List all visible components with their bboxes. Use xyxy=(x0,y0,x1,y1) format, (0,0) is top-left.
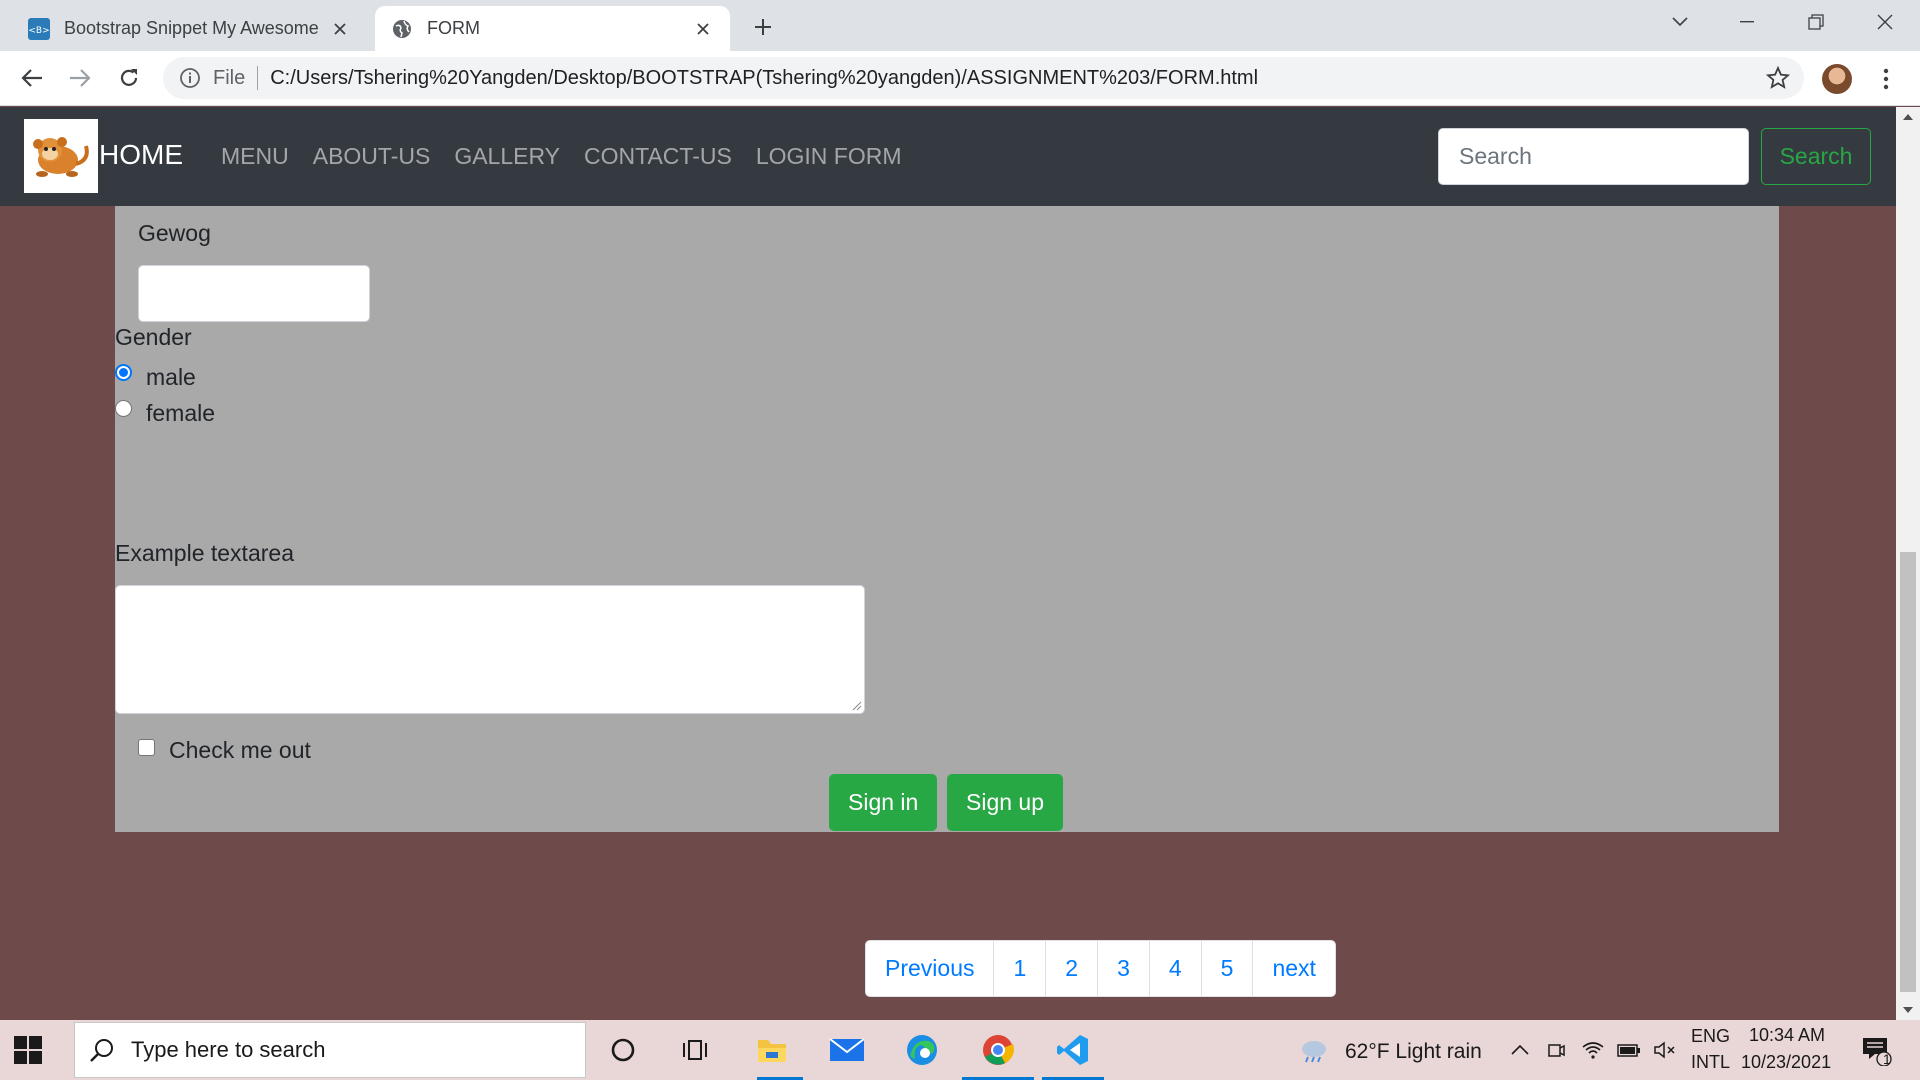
scroll-up-icon[interactable] xyxy=(1896,107,1920,127)
wifi-icon[interactable] xyxy=(1573,1030,1613,1070)
close-window-button[interactable] xyxy=(1855,0,1915,44)
page-3[interactable]: 3 xyxy=(1098,941,1150,996)
form-panel: Gewog Gender male female Example textare… xyxy=(115,206,1779,832)
url-text[interactable]: C:/Users/Tshering%20Yangden/Desktop/BOOT… xyxy=(270,67,1258,90)
page-4[interactable]: 4 xyxy=(1150,941,1202,996)
example-textarea[interactable] xyxy=(115,585,865,714)
taskbar-search-placeholder: Type here to search xyxy=(131,1037,326,1062)
taskbar-search-box[interactable]: Type here to search xyxy=(74,1022,586,1078)
browser-tab-strip: <B> Bootstrap Snippet My Awesome FORM xyxy=(0,0,1920,51)
gewog-label: Gewog xyxy=(138,220,211,246)
nav-links: MENU ABOUT-US GALLERY CONTACT-US LOGIN F… xyxy=(221,143,925,170)
nav-link-login-form[interactable]: LOGIN FORM xyxy=(756,143,902,170)
radio-label: female xyxy=(146,400,216,426)
textarea-label: Example textarea xyxy=(115,540,294,566)
notification-center-icon[interactable]: 1 xyxy=(1856,1030,1896,1070)
file-explorer-icon[interactable] xyxy=(752,1030,792,1070)
nav-link-contact-us[interactable]: CONTACT-US xyxy=(584,143,732,170)
bootstrap-favicon-icon: <B> xyxy=(28,17,50,40)
windows-taskbar: Type here to search 62°F Light rain ENG … xyxy=(0,1020,1920,1080)
scrollbar-thumb[interactable] xyxy=(1900,552,1916,992)
radio-male[interactable] xyxy=(115,364,132,381)
search-button[interactable]: Search xyxy=(1761,128,1871,185)
gender-label: Gender xyxy=(115,324,192,350)
battery-icon[interactable] xyxy=(1609,1030,1649,1070)
vscode-icon[interactable] xyxy=(1053,1030,1093,1070)
scroll-down-icon[interactable] xyxy=(1896,1000,1920,1020)
tab-search-chevron-icon[interactable] xyxy=(1650,0,1710,44)
forward-button[interactable] xyxy=(61,59,99,97)
info-icon[interactable] xyxy=(179,67,201,89)
weather-cloud-rain-icon[interactable] xyxy=(1294,1030,1334,1070)
radio-label: male xyxy=(146,364,196,390)
volume-muted-icon[interactable] xyxy=(1645,1030,1685,1070)
input-language[interactable]: ENG xyxy=(1691,1026,1730,1047)
reload-button[interactable] xyxy=(110,59,148,97)
page-previous[interactable]: Previous xyxy=(866,941,995,996)
chrome-icon[interactable] xyxy=(978,1030,1018,1070)
page-scrollbar[interactable] xyxy=(1896,107,1920,1020)
divider xyxy=(257,66,259,90)
omnibox[interactable]: File C:/Users/Tshering%20Yangden/Desktop… xyxy=(163,57,1804,99)
browser-tab-form[interactable]: FORM xyxy=(375,6,730,51)
profile-avatar[interactable] xyxy=(1822,64,1852,94)
checkbox-label: Check me out xyxy=(169,737,311,763)
radio-female[interactable] xyxy=(115,400,132,417)
meet-now-icon[interactable] xyxy=(1536,1030,1576,1070)
resize-grip-icon[interactable] xyxy=(850,699,862,711)
search-icon xyxy=(90,1039,113,1062)
show-hidden-icons-icon[interactable] xyxy=(1500,1030,1540,1070)
monkey-logo-icon xyxy=(33,137,89,177)
clock-time[interactable]: 10:34 AM xyxy=(1749,1025,1825,1046)
gender-option-female[interactable]: female xyxy=(115,400,215,427)
close-icon[interactable] xyxy=(329,18,351,40)
back-button[interactable] xyxy=(13,59,51,97)
search-input[interactable] xyxy=(1438,128,1749,185)
scheme-label: File xyxy=(213,66,246,89)
clock-date[interactable]: 10/23/2021 xyxy=(1741,1052,1831,1073)
nav-link-menu[interactable]: MENU xyxy=(221,143,289,170)
globe-icon xyxy=(393,19,411,38)
minimize-button[interactable] xyxy=(1717,0,1777,44)
input-layout[interactable]: INTL xyxy=(1691,1052,1730,1073)
bookmark-star-icon[interactable] xyxy=(1766,66,1790,90)
gewog-input[interactable] xyxy=(138,265,370,322)
sign-in-button[interactable]: Sign in xyxy=(829,774,938,831)
weather-text[interactable]: 62°F Light rain xyxy=(1345,1040,1482,1064)
new-tab-button[interactable] xyxy=(748,12,778,42)
page-2[interactable]: 2 xyxy=(1046,941,1099,996)
page-viewport: HOME MENU ABOUT-US GALLERY CONTACT-US LO… xyxy=(0,107,1896,1020)
mail-icon[interactable] xyxy=(827,1030,867,1070)
site-navbar: HOME MENU ABOUT-US GALLERY CONTACT-US LO… xyxy=(0,107,1896,206)
gender-option-male[interactable]: male xyxy=(115,364,196,391)
cortana-icon[interactable] xyxy=(603,1030,643,1070)
page-5[interactable]: 5 xyxy=(1202,941,1254,996)
check-me-out-row[interactable]: Check me out xyxy=(138,737,311,764)
pagination: Previous 1 2 3 4 5 next xyxy=(865,940,1336,997)
notification-count: 1 xyxy=(1883,1051,1891,1067)
site-logo[interactable] xyxy=(24,119,98,193)
task-view-icon[interactable] xyxy=(676,1030,716,1070)
close-icon[interactable] xyxy=(692,18,714,40)
page-1[interactable]: 1 xyxy=(994,941,1047,996)
edge-icon[interactable] xyxy=(902,1030,942,1070)
sign-up-button[interactable]: Sign up xyxy=(947,774,1064,831)
check-me-out-checkbox[interactable] xyxy=(138,739,155,756)
address-bar-row: File C:/Users/Tshering%20Yangden/Desktop… xyxy=(0,51,1920,106)
navbar-brand[interactable]: HOME xyxy=(99,139,183,171)
more-menu-icon[interactable] xyxy=(1872,65,1900,93)
restore-button[interactable] xyxy=(1786,0,1846,44)
browser-tab-bootstrap[interactable]: <B> Bootstrap Snippet My Awesome xyxy=(12,6,367,51)
nav-link-about-us[interactable]: ABOUT-US xyxy=(313,143,431,170)
nav-link-gallery[interactable]: GALLERY xyxy=(454,143,560,170)
page-next[interactable]: next xyxy=(1253,941,1334,996)
svg-text:<B>: <B> xyxy=(28,26,49,36)
tab-title: FORM xyxy=(427,18,480,38)
windows-start-icon[interactable] xyxy=(14,1036,42,1064)
tab-title: Bootstrap Snippet My Awesome xyxy=(64,18,319,38)
